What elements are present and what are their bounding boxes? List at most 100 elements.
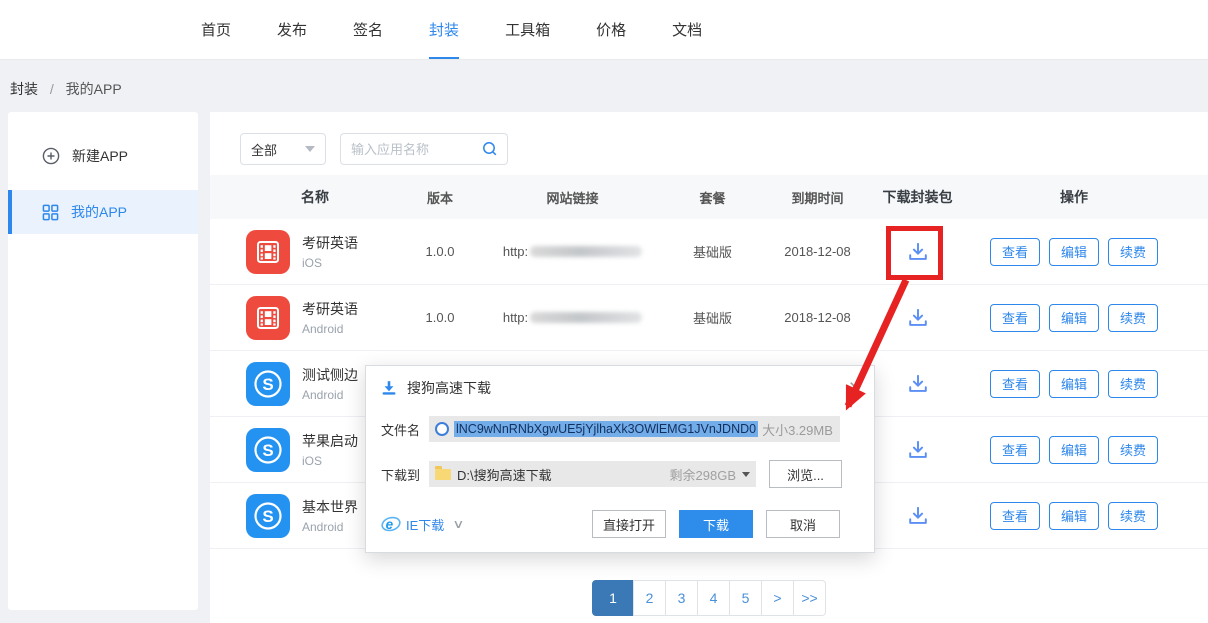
view-button[interactable]: 查看 [990, 370, 1040, 398]
download-package-icon[interactable] [905, 371, 931, 397]
download-package-icon[interactable] [905, 437, 931, 463]
view-button[interactable]: 查看 [990, 304, 1040, 332]
sogou-icon: S [246, 428, 290, 472]
app-platform: Android [302, 322, 358, 336]
table-row: 考研英语 iOS 1.0.0 http: 基础版 2018-12-08 查看 编… [210, 219, 1208, 285]
pagination-last-button[interactable]: >> [793, 580, 826, 616]
edit-button[interactable]: 编辑 [1049, 436, 1099, 464]
renew-button[interactable]: 续费 [1108, 238, 1158, 266]
sidebar-item-new-app[interactable]: 新建APP [8, 134, 198, 178]
download-package-icon[interactable] [905, 239, 931, 265]
nav-item-publish[interactable]: 发布 [277, 0, 307, 59]
view-button[interactable]: 查看 [990, 436, 1040, 464]
page-button-3[interactable]: 3 [665, 580, 698, 616]
column-header-download: 下载封装包 [875, 187, 960, 207]
edit-button[interactable]: 编辑 [1049, 370, 1099, 398]
pagination-next-button[interactable]: > [761, 580, 794, 616]
browse-button[interactable]: 浏览... [769, 460, 842, 488]
ie-download-toggle[interactable]: e IE下载 ∨ [381, 515, 463, 534]
nav-item-sign[interactable]: 签名 [353, 0, 383, 59]
download-button[interactable]: 下载 [679, 510, 753, 538]
app-link: http: [480, 244, 665, 259]
download-package-icon[interactable] [905, 503, 931, 529]
app-platform: iOS [302, 454, 358, 468]
page-button-5[interactable]: 5 [729, 580, 762, 616]
caret-down-icon[interactable] [742, 472, 750, 477]
filter-select-value: 全部 [251, 140, 277, 159]
folder-icon [435, 469, 451, 480]
filter-select[interactable]: 全部 [240, 133, 326, 165]
app-plan: 基础版 [665, 308, 760, 327]
plus-circle-icon [42, 147, 60, 165]
svg-text:S: S [262, 441, 273, 460]
app-name: 苹果启动 [302, 431, 358, 451]
film-icon [246, 296, 290, 340]
nav-item-toolbox[interactable]: 工具箱 [505, 0, 550, 59]
breadcrumb-separator: / [50, 81, 54, 97]
link-prefix: http: [503, 244, 528, 259]
dialog-title-bar: 搜狗高速下载 × [366, 366, 874, 398]
view-button[interactable]: 查看 [990, 238, 1040, 266]
sidebar-item-label: 我的APP [71, 202, 127, 222]
saveto-field[interactable]: D:\搜狗高速下载 剩余298GB [429, 461, 756, 487]
breadcrumb-section[interactable]: 封装 [10, 81, 38, 97]
sogou-icon: S [246, 494, 290, 538]
download-package-icon[interactable] [905, 305, 931, 331]
file-type-icon [435, 422, 449, 436]
blurred-link [530, 246, 642, 257]
search-box [340, 133, 508, 165]
caret-down-icon [305, 146, 315, 152]
ie-icon: e [381, 515, 401, 533]
open-directly-button[interactable]: 直接打开 [592, 510, 666, 538]
renew-button[interactable]: 续费 [1108, 304, 1158, 332]
filename-value: lNC9wNnRNbXgwUE5jYjlhaXk3OWlEMG1JVnJDND0 [454, 421, 758, 437]
edit-button[interactable]: 编辑 [1049, 304, 1099, 332]
nav-item-package[interactable]: 封装 [429, 0, 459, 59]
filename-label: 文件名 [381, 420, 429, 439]
page: 首页 发布 签名 封装 工具箱 价格 文档 封装 / 我的APP 新建APP 我… [0, 0, 1208, 623]
breadcrumb-current: 我的APP [66, 81, 122, 97]
edit-button[interactable]: 编辑 [1049, 238, 1099, 266]
filesize-label: 大小3.29MB [762, 420, 833, 439]
nav-item-price[interactable]: 价格 [596, 0, 626, 59]
filename-field[interactable]: lNC9wNnRNbXgwUE5jYjlhaXk3OWlEMG1JVnJDND0… [429, 416, 840, 442]
renew-button[interactable]: 续费 [1108, 436, 1158, 464]
app-name: 考研英语 [302, 233, 358, 253]
svg-text:e: e [386, 517, 394, 532]
renew-button[interactable]: 续费 [1108, 502, 1158, 530]
app-expire-date: 2018-12-08 [760, 244, 875, 259]
sidebar-item-my-app[interactable]: 我的APP [8, 190, 198, 234]
table-row: 考研英语 Android 1.0.0 http: 基础版 2018-12-08 … [210, 285, 1208, 351]
sogou-icon: S [246, 362, 290, 406]
view-button[interactable]: 查看 [990, 502, 1040, 530]
saveto-path: D:\搜狗高速下载 [457, 465, 552, 484]
top-nav: 首页 发布 签名 封装 工具箱 价格 文档 [0, 0, 1208, 60]
chevron-down-icon: ∨ [453, 517, 465, 531]
download-dialog: 搜狗高速下载 × 文件名 lNC9wNnRNbXgwUE5jYjlhaXk3OW… [365, 365, 875, 553]
app-plan: 基础版 [665, 242, 760, 261]
edit-button[interactable]: 编辑 [1049, 502, 1099, 530]
sidebar-item-label: 新建APP [72, 146, 128, 166]
page-button-4[interactable]: 4 [697, 580, 730, 616]
column-header-expire: 到期时间 [760, 188, 875, 207]
film-icon [246, 230, 290, 274]
nav-item-docs[interactable]: 文档 [672, 0, 702, 59]
renew-button[interactable]: 续费 [1108, 370, 1158, 398]
page-button-1[interactable]: 1 [592, 580, 634, 616]
page-button-2[interactable]: 2 [633, 580, 666, 616]
saveto-label: 下载到 [381, 465, 429, 484]
saveto-row: 下载到 D:\搜狗高速下载 剩余298GB 浏览... [381, 460, 840, 488]
column-header-version: 版本 [400, 188, 480, 207]
search-icon[interactable] [482, 141, 507, 157]
space-left-label: 剩余298GB [670, 465, 736, 484]
link-prefix: http: [503, 310, 528, 325]
blurred-link [530, 312, 642, 323]
sidebar: 新建APP 我的APP [8, 112, 198, 610]
nav-item-home[interactable]: 首页 [201, 0, 231, 59]
cancel-button[interactable]: 取消 [766, 510, 840, 538]
close-icon[interactable]: × [849, 379, 861, 397]
column-header-plan: 套餐 [665, 188, 760, 207]
app-version: 1.0.0 [400, 310, 480, 325]
app-name: 基本世界 [302, 497, 358, 517]
search-input[interactable] [341, 142, 482, 157]
